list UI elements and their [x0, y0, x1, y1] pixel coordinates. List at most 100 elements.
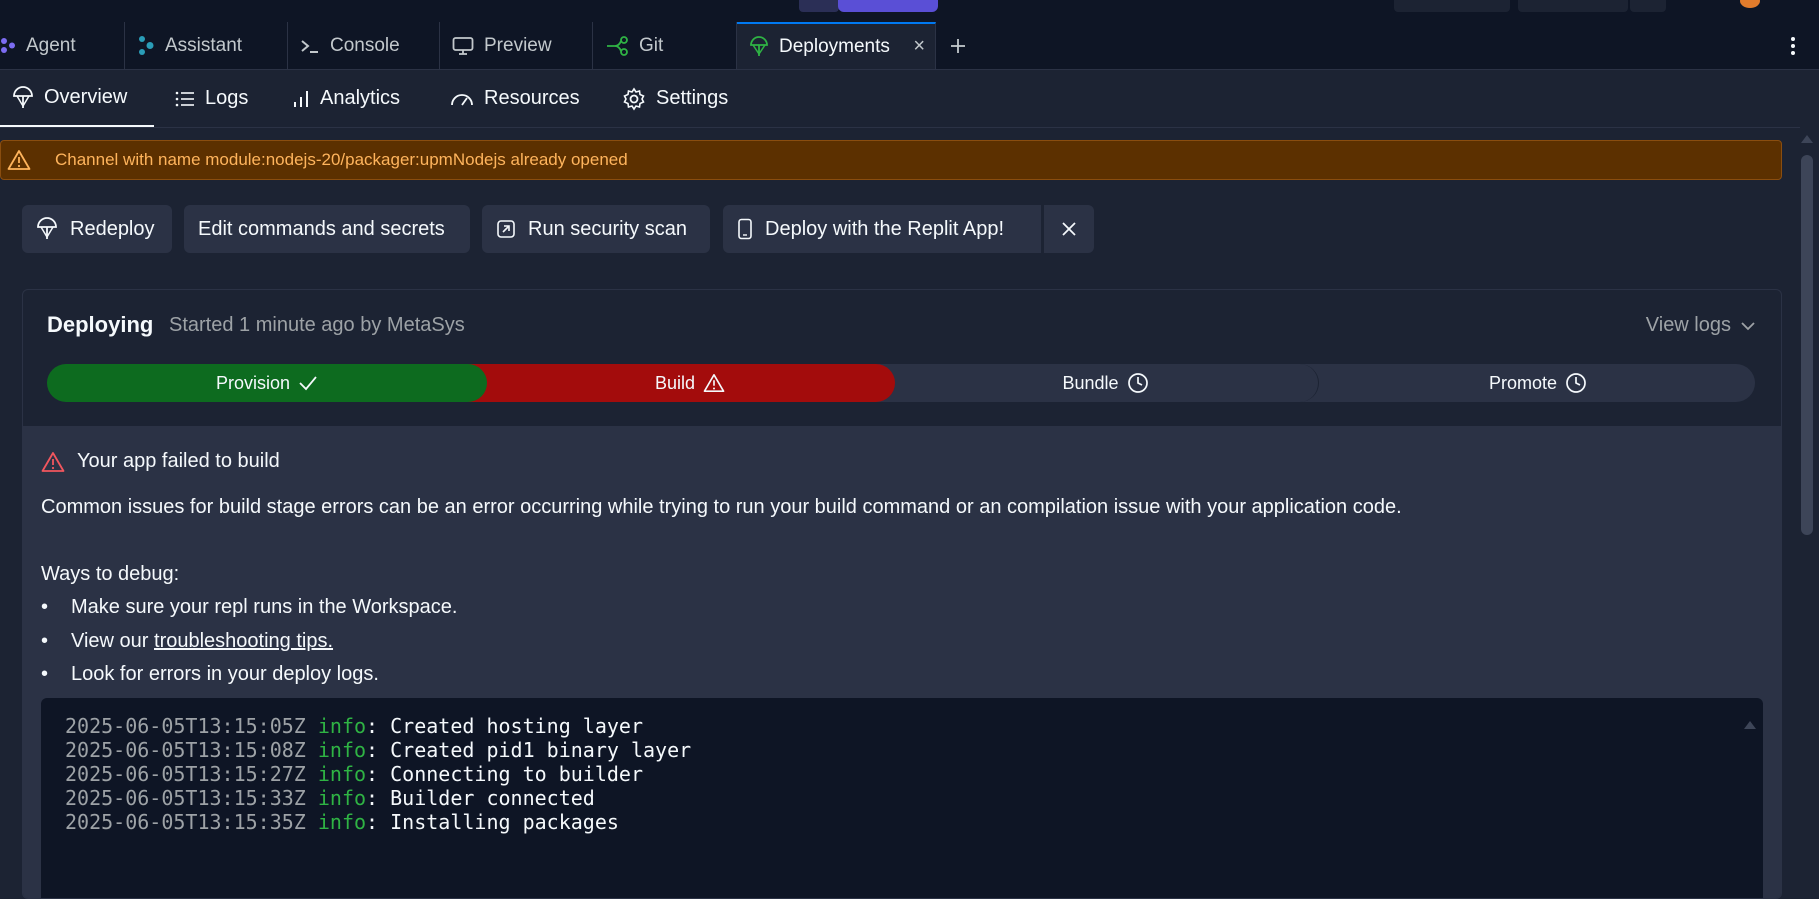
- subtab-logs[interactable]: Logs: [175, 70, 248, 127]
- deployment-header: Deploying Started 1 minute ago by MetaSy…: [23, 290, 1781, 426]
- stage-provision: Provision: [47, 364, 487, 402]
- bar-chart-icon: [292, 89, 310, 109]
- subtab-label: Resources: [484, 87, 580, 109]
- tab-deployments[interactable]: Deployments ×: [737, 22, 936, 69]
- deployment-subnav: Overview Logs Analytics Resources Settin…: [0, 70, 1800, 128]
- warning-icon: [41, 451, 65, 473]
- top-button[interactable]: [1630, 0, 1666, 12]
- deployment-status: Deploying: [47, 312, 154, 337]
- banner-message: Channel with name module:nodejs-20/packa…: [55, 150, 628, 169]
- log-line: 2025-06-05T13:15:33Z info: Builder conne…: [65, 786, 595, 810]
- bullet-text: View our: [71, 630, 155, 652]
- subtab-resources[interactable]: Resources: [450, 70, 580, 127]
- deployment-started: Started 1 minute ago by MetaSys: [169, 314, 465, 336]
- scrollbar-thumb[interactable]: [1801, 155, 1813, 535]
- tab-agent[interactable]: Agent: [0, 22, 125, 69]
- phone-icon: [737, 218, 753, 240]
- error-title-text: Your app failed to build: [77, 450, 280, 472]
- stage-label: Provision: [215, 372, 291, 393]
- build-error-panel: Your app failed to build Common issues f…: [23, 426, 1781, 898]
- tab-label: Console: [330, 34, 400, 56]
- subtab-label: Logs: [205, 87, 249, 109]
- warning-banner: Channel with name module:nodejs-20/packa…: [0, 140, 1782, 180]
- check-icon: [298, 375, 318, 391]
- close-icon[interactable]: ×: [913, 35, 925, 58]
- warning-icon: [703, 373, 725, 393]
- subtab-settings[interactable]: Settings: [622, 70, 728, 127]
- external-link-icon: [496, 219, 516, 239]
- deployment-card: Deploying Started 1 minute ago by MetaSy…: [22, 289, 1782, 899]
- subtab-label: Settings: [656, 87, 729, 109]
- workspace-switch-left[interactable]: [799, 0, 839, 12]
- scroll-up-icon[interactable]: [1743, 720, 1757, 730]
- terminal-icon: [300, 37, 320, 55]
- subtab-label: Overview: [44, 86, 128, 108]
- error-title: Your app failed to build: [41, 450, 280, 473]
- redeploy-label: Redeploy: [70, 217, 155, 240]
- view-logs-button[interactable]: View logs: [1646, 314, 1755, 337]
- bullet-text: Make sure your repl runs in the Workspac…: [71, 596, 458, 618]
- gauge-icon: [450, 89, 474, 109]
- stage-build: Build: [467, 364, 895, 402]
- log-line: 2025-06-05T13:15:35Z info: Installing pa…: [65, 810, 619, 834]
- log-line: 2025-06-05T13:15:05Z info: Created hosti…: [65, 714, 643, 738]
- workspace-switch-active[interactable]: [838, 0, 938, 12]
- stage-label: Build: [654, 372, 696, 393]
- subtab-analytics[interactable]: Analytics: [292, 70, 400, 127]
- troubleshooting-link[interactable]: troubleshooting tips.: [154, 630, 333, 653]
- top-button[interactable]: [1394, 0, 1510, 12]
- deploy-with-app-button[interactable]: Deploy with the Replit App!: [723, 205, 1041, 253]
- tab-label: Deployments: [779, 35, 890, 57]
- tab-git[interactable]: Git: [593, 22, 737, 69]
- tab-preview[interactable]: Preview: [440, 22, 593, 69]
- tab-label: Agent: [26, 34, 76, 56]
- plus-icon: [951, 38, 965, 53]
- subtab-label: Analytics: [320, 87, 401, 109]
- stage-label: Promote: [1488, 372, 1558, 393]
- clock-icon: [1127, 372, 1149, 394]
- edit-commands-button[interactable]: Edit commands and secrets: [184, 205, 470, 253]
- run-security-scan-button[interactable]: Run security scan: [482, 205, 710, 253]
- deployments-icon: [36, 217, 58, 241]
- dismiss-app-button[interactable]: [1044, 205, 1094, 253]
- tab-bar: Agent Assistant Console Preview Git Depl…: [0, 22, 1819, 70]
- deployment-stages: Provision Build Bundle Promote: [47, 364, 1755, 402]
- scrollbar[interactable]: [1797, 128, 1819, 899]
- log-line: 2025-06-05T13:15:27Z info: Connecting to…: [65, 762, 643, 786]
- top-button[interactable]: [1518, 0, 1628, 12]
- deployments-icon: [749, 35, 769, 58]
- agent-icon: [0, 37, 16, 55]
- list-item: • View our troubleshooting tips.: [41, 630, 334, 653]
- redeploy-button[interactable]: Redeploy: [22, 205, 172, 253]
- log-line: 2025-06-05T13:15:08Z info: Created pid1 …: [65, 738, 692, 762]
- list-item: • Make sure your repl runs in the Workspa…: [41, 596, 458, 618]
- warning-icon: [7, 149, 31, 171]
- close-icon: [1061, 221, 1077, 237]
- tab-label: Preview: [484, 34, 552, 56]
- more-options-button[interactable]: [1785, 22, 1801, 69]
- subtab-overview[interactable]: Overview: [0, 70, 154, 127]
- scan-label: Run security scan: [528, 217, 687, 240]
- stage-label: Bundle: [1062, 372, 1119, 393]
- assistant-icon: [137, 35, 155, 57]
- monitor-icon: [452, 36, 474, 56]
- error-description: Common issues for build stage errors can…: [41, 496, 1402, 518]
- edit-label: Edit commands and secrets: [198, 217, 445, 240]
- tab-assistant[interactable]: Assistant: [125, 22, 288, 69]
- bullet-text: Look for errors in your deploy logs.: [71, 663, 379, 685]
- top-strip: [0, 0, 1819, 22]
- clock-icon: [1565, 372, 1587, 394]
- stage-bundle: Bundle: [873, 364, 1319, 402]
- deploy-log-console[interactable]: 2025-06-05T13:15:05Z info: Created hosti…: [41, 698, 1763, 898]
- list-icon: [175, 90, 195, 108]
- ways-to-debug-heading: Ways to debug:: [41, 563, 180, 585]
- view-logs-label: View logs: [1645, 314, 1731, 336]
- add-tab-button[interactable]: [950, 22, 970, 69]
- scroll-up-icon[interactable]: [1800, 134, 1814, 144]
- list-item: • Look for errors in your deploy logs.: [41, 663, 379, 685]
- chevron-down-icon: [1741, 321, 1755, 331]
- avatar[interactable]: [1740, 0, 1760, 8]
- tab-console[interactable]: Console: [288, 22, 440, 69]
- deployments-icon: [12, 85, 34, 110]
- stage-promote: Promote: [1297, 364, 1755, 402]
